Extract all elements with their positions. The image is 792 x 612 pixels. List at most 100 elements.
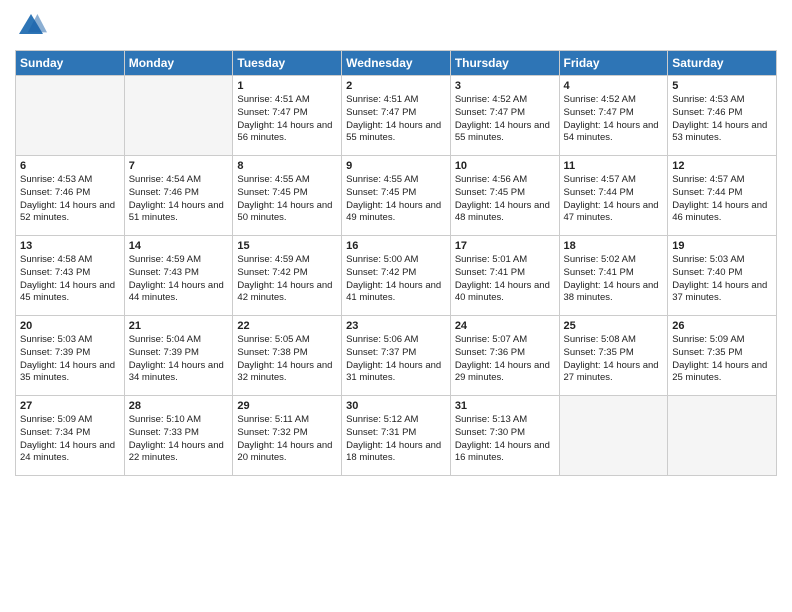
calendar-cell: 29Sunrise: 5:11 AM Sunset: 7:32 PM Dayli… <box>233 396 342 476</box>
day-number: 18 <box>564 240 664 252</box>
calendar-week-row: 20 Sunrise: 5:03 AM Sunset: 7:39 PM Dayli… <box>16 316 777 396</box>
day-info: Sunrise: 4:52 AM Sunset: 7:47 PM Dayligh… <box>455 94 555 145</box>
day-number: 22 <box>237 320 337 332</box>
day-info: Sunrise: 4:53 AM Sunset: 7:46 PM Dayligh… <box>20 174 120 225</box>
day-info: Sunrise: 5:13 AM Sunset: 7:30 PM Dayligh… <box>455 414 555 465</box>
calendar-cell <box>559 396 668 476</box>
day-info: Sunrise: 4:51 AM Sunset: 7:47 PM Dayligh… <box>346 94 446 145</box>
day-number: 20 <box>20 320 120 332</box>
calendar-table: SundayMondayTuesdayWednesdayThursdayFrid… <box>15 50 777 476</box>
day-number: 25 <box>564 320 664 332</box>
day-number: 27 <box>20 400 120 412</box>
day-number: 1 <box>237 80 337 92</box>
day-number: 23 <box>346 320 446 332</box>
day-info: Sunrise: 4:59 AM Sunset: 7:43 PM Dayligh… <box>129 254 229 305</box>
weekday-header: Monday <box>124 51 233 76</box>
calendar-cell: 16 Sunrise: 5:00 AM Sunset: 7:42 PM Dayli… <box>342 236 451 316</box>
day-info: Sunrise: 5:03 AM Sunset: 7:39 PM Dayligh… <box>20 334 120 385</box>
day-info: Sunrise: 5:03 AM Sunset: 7:40 PM Dayligh… <box>672 254 772 305</box>
day-info: Sunrise: 5:07 AM Sunset: 7:36 PM Dayligh… <box>455 334 555 385</box>
day-info: Sunrise: 5:00 AM Sunset: 7:42 PM Dayligh… <box>346 254 446 305</box>
day-info: Sunrise: 5:04 AM Sunset: 7:39 PM Dayligh… <box>129 334 229 385</box>
day-info: Sunrise: 5:08 AM Sunset: 7:35 PM Dayligh… <box>564 334 664 385</box>
calendar-cell: 25 Sunrise: 5:08 AM Sunset: 7:35 PM Dayli… <box>559 316 668 396</box>
calendar-cell: 23Sunrise: 5:06 AM Sunset: 7:37 PM Dayli… <box>342 316 451 396</box>
day-info: Sunrise: 4:51 AM Sunset: 7:47 PM Dayligh… <box>237 94 337 145</box>
day-info: Sunrise: 5:09 AM Sunset: 7:35 PM Dayligh… <box>672 334 772 385</box>
calendar-cell: 10 Sunrise: 4:56 AM Sunset: 7:45 PM Dayli… <box>450 156 559 236</box>
day-number: 3 <box>455 80 555 92</box>
calendar-cell: 21Sunrise: 5:04 AM Sunset: 7:39 PM Dayli… <box>124 316 233 396</box>
day-info: Sunrise: 4:54 AM Sunset: 7:46 PM Dayligh… <box>129 174 229 225</box>
page-container: SundayMondayTuesdayWednesdayThursdayFrid… <box>0 0 792 486</box>
day-info: Sunrise: 4:57 AM Sunset: 7:44 PM Dayligh… <box>672 174 772 225</box>
day-number: 30 <box>346 400 446 412</box>
calendar-cell: 4Sunrise: 4:52 AM Sunset: 7:47 PM Daylig… <box>559 76 668 156</box>
day-info: Sunrise: 4:53 AM Sunset: 7:46 PM Dayligh… <box>672 94 772 145</box>
day-number: 7 <box>129 160 229 172</box>
page-header <box>15 10 777 42</box>
day-number: 11 <box>564 160 664 172</box>
calendar-cell: 31Sunrise: 5:13 AM Sunset: 7:30 PM Dayli… <box>450 396 559 476</box>
calendar-cell: 8 Sunrise: 4:55 AM Sunset: 7:45 PM Daylig… <box>233 156 342 236</box>
day-info: Sunrise: 4:55 AM Sunset: 7:45 PM Dayligh… <box>346 174 446 225</box>
day-info: Sunrise: 4:56 AM Sunset: 7:45 PM Dayligh… <box>455 174 555 225</box>
calendar-cell: 20 Sunrise: 5:03 AM Sunset: 7:39 PM Dayli… <box>16 316 125 396</box>
day-info: Sunrise: 5:02 AM Sunset: 7:41 PM Dayligh… <box>564 254 664 305</box>
day-info: Sunrise: 5:12 AM Sunset: 7:31 PM Dayligh… <box>346 414 446 465</box>
day-number: 10 <box>455 160 555 172</box>
day-info: Sunrise: 4:55 AM Sunset: 7:45 PM Dayligh… <box>237 174 337 225</box>
day-number: 9 <box>346 160 446 172</box>
weekday-header: Friday <box>559 51 668 76</box>
calendar-week-row: 13 Sunrise: 4:58 AM Sunset: 7:43 PM Dayli… <box>16 236 777 316</box>
calendar-cell: 9 Sunrise: 4:55 AM Sunset: 7:45 PM Daylig… <box>342 156 451 236</box>
weekday-header: Sunday <box>16 51 125 76</box>
day-number: 8 <box>237 160 337 172</box>
logo-icon <box>15 10 47 42</box>
day-number: 5 <box>672 80 772 92</box>
day-info: Sunrise: 4:57 AM Sunset: 7:44 PM Dayligh… <box>564 174 664 225</box>
calendar-cell: 30 Sunrise: 5:12 AM Sunset: 7:31 PM Dayli… <box>342 396 451 476</box>
calendar-cell: 27 Sunrise: 5:09 AM Sunset: 7:34 PM Dayli… <box>16 396 125 476</box>
day-info: Sunrise: 5:09 AM Sunset: 7:34 PM Dayligh… <box>20 414 120 465</box>
calendar-cell: 14 Sunrise: 4:59 AM Sunset: 7:43 PM Dayli… <box>124 236 233 316</box>
day-number: 26 <box>672 320 772 332</box>
calendar-cell <box>124 76 233 156</box>
calendar-cell <box>668 396 777 476</box>
calendar-cell: 17Sunrise: 5:01 AM Sunset: 7:41 PM Dayli… <box>450 236 559 316</box>
day-number: 15 <box>237 240 337 252</box>
calendar-cell: 1 Sunrise: 4:51 AM Sunset: 7:47 PM Daylig… <box>233 76 342 156</box>
day-number: 14 <box>129 240 229 252</box>
day-number: 19 <box>672 240 772 252</box>
day-info: Sunrise: 4:58 AM Sunset: 7:43 PM Dayligh… <box>20 254 120 305</box>
day-number: 29 <box>237 400 337 412</box>
calendar-cell: 26 Sunrise: 5:09 AM Sunset: 7:35 PM Dayli… <box>668 316 777 396</box>
calendar-cell <box>16 76 125 156</box>
calendar-cell: 22 Sunrise: 5:05 AM Sunset: 7:38 PM Dayli… <box>233 316 342 396</box>
calendar-cell: 5 Sunrise: 4:53 AM Sunset: 7:46 PM Daylig… <box>668 76 777 156</box>
day-number: 16 <box>346 240 446 252</box>
calendar-cell: 2 Sunrise: 4:51 AM Sunset: 7:47 PM Daylig… <box>342 76 451 156</box>
calendar-week-row: 6 Sunrise: 4:53 AM Sunset: 7:46 PM Daylig… <box>16 156 777 236</box>
calendar-cell: 13 Sunrise: 4:58 AM Sunset: 7:43 PM Dayli… <box>16 236 125 316</box>
calendar-cell: 7 Sunrise: 4:54 AM Sunset: 7:46 PM Daylig… <box>124 156 233 236</box>
day-number: 24 <box>455 320 555 332</box>
day-number: 13 <box>20 240 120 252</box>
day-info: Sunrise: 4:59 AM Sunset: 7:42 PM Dayligh… <box>237 254 337 305</box>
calendar-cell: 24 Sunrise: 5:07 AM Sunset: 7:36 PM Dayli… <box>450 316 559 396</box>
calendar-cell: 18 Sunrise: 5:02 AM Sunset: 7:41 PM Dayli… <box>559 236 668 316</box>
day-info: Sunrise: 4:52 AM Sunset: 7:47 PM Dayligh… <box>564 94 664 145</box>
logo <box>15 10 51 42</box>
day-number: 2 <box>346 80 446 92</box>
weekday-header: Wednesday <box>342 51 451 76</box>
day-number: 6 <box>20 160 120 172</box>
calendar-cell: 12Sunrise: 4:57 AM Sunset: 7:44 PM Dayli… <box>668 156 777 236</box>
day-info: Sunrise: 5:05 AM Sunset: 7:38 PM Dayligh… <box>237 334 337 385</box>
calendar-week-row: 1 Sunrise: 4:51 AM Sunset: 7:47 PM Daylig… <box>16 76 777 156</box>
day-number: 17 <box>455 240 555 252</box>
calendar-cell: 11 Sunrise: 4:57 AM Sunset: 7:44 PM Dayli… <box>559 156 668 236</box>
weekday-header: Saturday <box>668 51 777 76</box>
day-number: 28 <box>129 400 229 412</box>
calendar-cell: 19 Sunrise: 5:03 AM Sunset: 7:40 PM Dayli… <box>668 236 777 316</box>
calendar-cell: 6 Sunrise: 4:53 AM Sunset: 7:46 PM Daylig… <box>16 156 125 236</box>
